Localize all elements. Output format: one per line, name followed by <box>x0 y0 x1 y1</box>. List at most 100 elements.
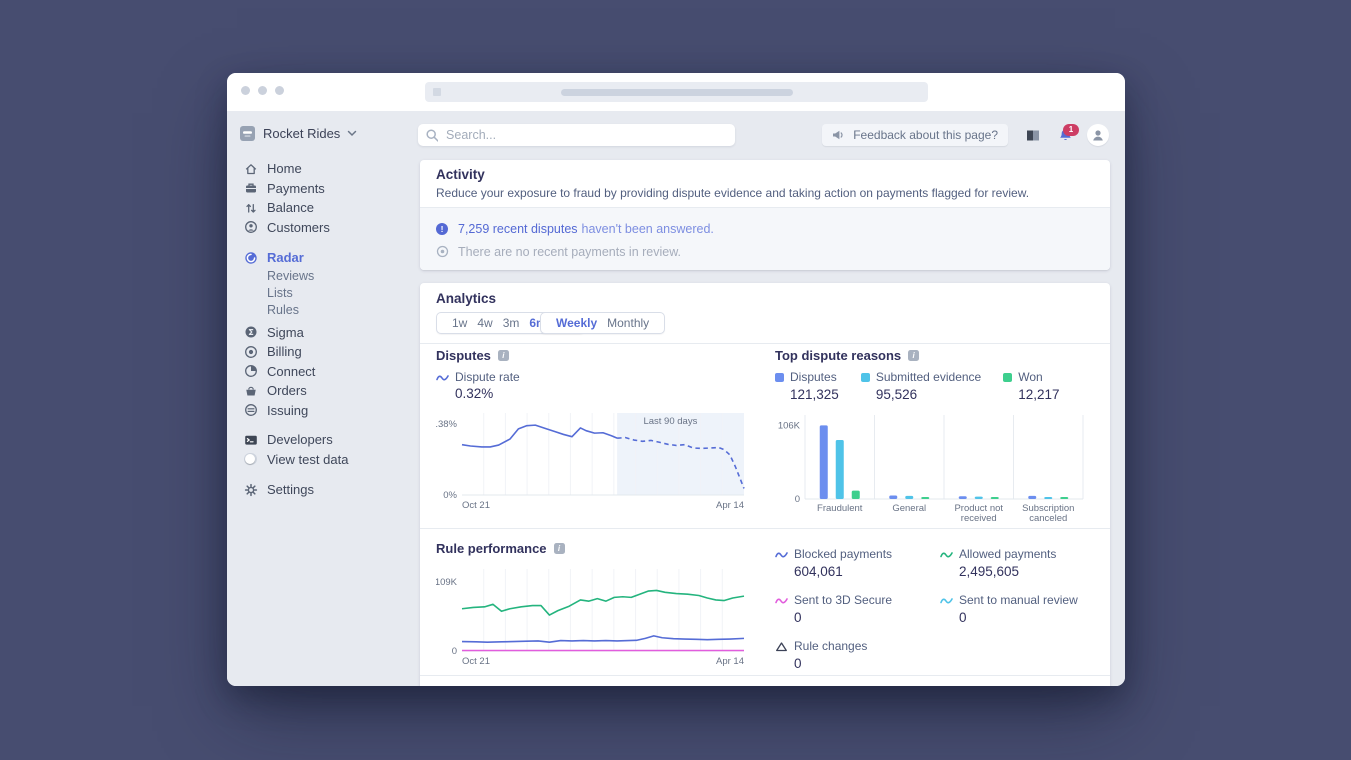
sidebar-item-view-test-data[interactable]: View test data <box>227 450 420 470</box>
feedback-button[interactable]: Feedback about this page? <box>822 124 1008 146</box>
docs-button[interactable] <box>1026 129 1040 142</box>
org-switcher[interactable]: Rocket Rides <box>240 126 357 141</box>
gear-icon <box>244 483 258 497</box>
sidebar-item-balance[interactable]: Balance <box>227 198 420 218</box>
activity-card: Activity Reduce your exposure to fraud b… <box>420 160 1110 270</box>
divider <box>420 343 1110 344</box>
range-3m[interactable]: 3m <box>503 316 520 330</box>
info-icon[interactable]: i <box>498 350 509 361</box>
feedback-label: Feedback about this page? <box>853 128 998 142</box>
window-close-button[interactable] <box>241 86 250 95</box>
svg-text:Apr 14: Apr 14 <box>716 500 744 511</box>
range-1w[interactable]: 1w <box>452 316 467 330</box>
docs-icon <box>1026 129 1040 142</box>
terminal-icon <box>244 433 258 447</box>
svg-text:canceled: canceled <box>1029 513 1067 524</box>
activity-description: Reduce your exposure to fraud by providi… <box>436 186 1029 200</box>
rule-performance-title: Rule performance i <box>436 541 565 556</box>
line-series-icon <box>775 550 788 559</box>
svg-text:0%: 0% <box>443 490 457 501</box>
activity-notice-disputes: ! 7,259 recent disputes haven't been ans… <box>420 217 1110 240</box>
dispute-reasons-chart: 106K0FraudulentGeneralProduct notreceive… <box>775 411 1087 525</box>
sidebar-item-lists[interactable]: Lists <box>227 285 420 302</box>
sidebar: Home Payments Balance Customers Radar Re… <box>227 159 420 500</box>
reasons-legend: Disputes 121,325 Submitted evidence 95,5… <box>775 370 1082 402</box>
line-series-icon <box>775 596 788 605</box>
svg-text:Apr 14: Apr 14 <box>716 656 744 667</box>
line-series-icon <box>940 550 953 559</box>
dispute-rate-legend: Dispute rate <box>436 370 520 384</box>
window-minimize-button[interactable] <box>258 86 267 95</box>
interval-weekly[interactable]: Weekly <box>556 316 597 330</box>
disputes-link[interactable]: 7,259 recent disputes <box>458 222 578 236</box>
storefront-icon <box>240 126 255 141</box>
info-icon[interactable]: i <box>908 350 919 361</box>
won-swatch <box>1003 373 1012 382</box>
sidebar-item-reviews[interactable]: Reviews <box>227 268 420 285</box>
sidebar-item-radar[interactable]: Radar <box>227 248 420 268</box>
svg-text:0: 0 <box>795 494 800 505</box>
search-input[interactable] <box>444 127 727 143</box>
customers-icon <box>244 220 258 234</box>
connect-icon <box>244 364 258 378</box>
org-name: Rocket Rides <box>263 126 340 141</box>
sidebar-item-sigma[interactable]: Sigma <box>227 323 420 343</box>
url-bar-favicon-placeholder <box>433 88 441 96</box>
app-region: Rocket Rides Feedback about this page? 1 <box>227 111 1125 686</box>
browser-chrome <box>227 73 1125 111</box>
billing-icon <box>244 345 258 359</box>
line-series-icon <box>940 596 953 605</box>
avatar[interactable] <box>1087 124 1109 146</box>
sidebar-item-home[interactable]: Home <box>227 159 420 179</box>
svg-text:109K: 109K <box>436 577 458 588</box>
triangle-series-icon <box>775 641 788 652</box>
sidebar-item-billing[interactable]: Billing <box>227 342 420 362</box>
svg-text:received: received <box>961 513 997 524</box>
user-icon <box>1090 127 1106 143</box>
metric-sent-to-manual-review: Sent to manual review 0 <box>940 593 1105 625</box>
svg-text:106K: 106K <box>778 420 801 431</box>
dispute-rate-value: 0.32% <box>455 386 493 401</box>
notifications-button[interactable]: 1 <box>1058 128 1073 143</box>
sidebar-item-developers[interactable]: Developers <box>227 430 420 450</box>
range-4w[interactable]: 4w <box>477 316 492 330</box>
sidebar-item-issuing[interactable]: Issuing <box>227 401 420 421</box>
sidebar-item-customers[interactable]: Customers <box>227 218 420 238</box>
legend-entry-disputes: Disputes 121,325 <box>775 370 839 402</box>
analytics-card: Analytics 1w 4w 3m 6m 1y Weekly Monthly … <box>420 283 1110 686</box>
interval-monthly[interactable]: Monthly <box>607 316 649 330</box>
metric-blocked-payments: Blocked payments 604,061 <box>775 547 940 579</box>
megaphone-icon <box>832 129 846 141</box>
radar-icon <box>244 251 258 265</box>
chevron-down-icon <box>347 130 357 137</box>
eye-icon <box>436 245 449 258</box>
sidebar-item-connect[interactable]: Connect <box>227 362 420 382</box>
url-bar-text-placeholder <box>561 89 793 96</box>
notification-badge: 1 <box>1063 124 1079 136</box>
search-icon <box>426 129 438 142</box>
search-bar[interactable] <box>418 124 735 146</box>
sidebar-item-rules[interactable]: Rules <box>227 302 420 319</box>
sigma-icon <box>244 325 258 339</box>
activity-notice-reviews: There are no recent payments in review. <box>420 240 1110 263</box>
sidebar-item-payments[interactable]: Payments <box>227 179 420 199</box>
submitted-evidence-swatch <box>861 373 870 382</box>
activity-notices: ! 7,259 recent disputes haven't been ans… <box>420 207 1110 270</box>
metric-rule-changes: Rule changes 0 <box>775 639 940 671</box>
metric-allowed-payments: Allowed payments 2,495,605 <box>940 547 1105 579</box>
svg-text:Oct 21: Oct 21 <box>462 500 490 511</box>
line-series-icon <box>436 373 449 382</box>
info-icon[interactable]: i <box>554 543 565 554</box>
legend-entry-submitted-evidence: Submitted evidence 95,526 <box>861 370 981 402</box>
divider <box>420 528 1110 529</box>
url-bar[interactable] <box>425 82 928 102</box>
sidebar-item-orders[interactable]: Orders <box>227 381 420 401</box>
svg-text:Fraudulent: Fraudulent <box>817 503 863 514</box>
disputes-section-title: Disputes i <box>436 348 509 363</box>
test-data-toggle[interactable] <box>244 452 258 466</box>
window-zoom-button[interactable] <box>275 86 284 95</box>
reasons-section-title: Top dispute reasons i <box>775 348 919 363</box>
sidebar-item-settings[interactable]: Settings <box>227 480 420 500</box>
svg-text:0.38%: 0.38% <box>436 419 458 430</box>
issuing-icon <box>244 403 258 417</box>
